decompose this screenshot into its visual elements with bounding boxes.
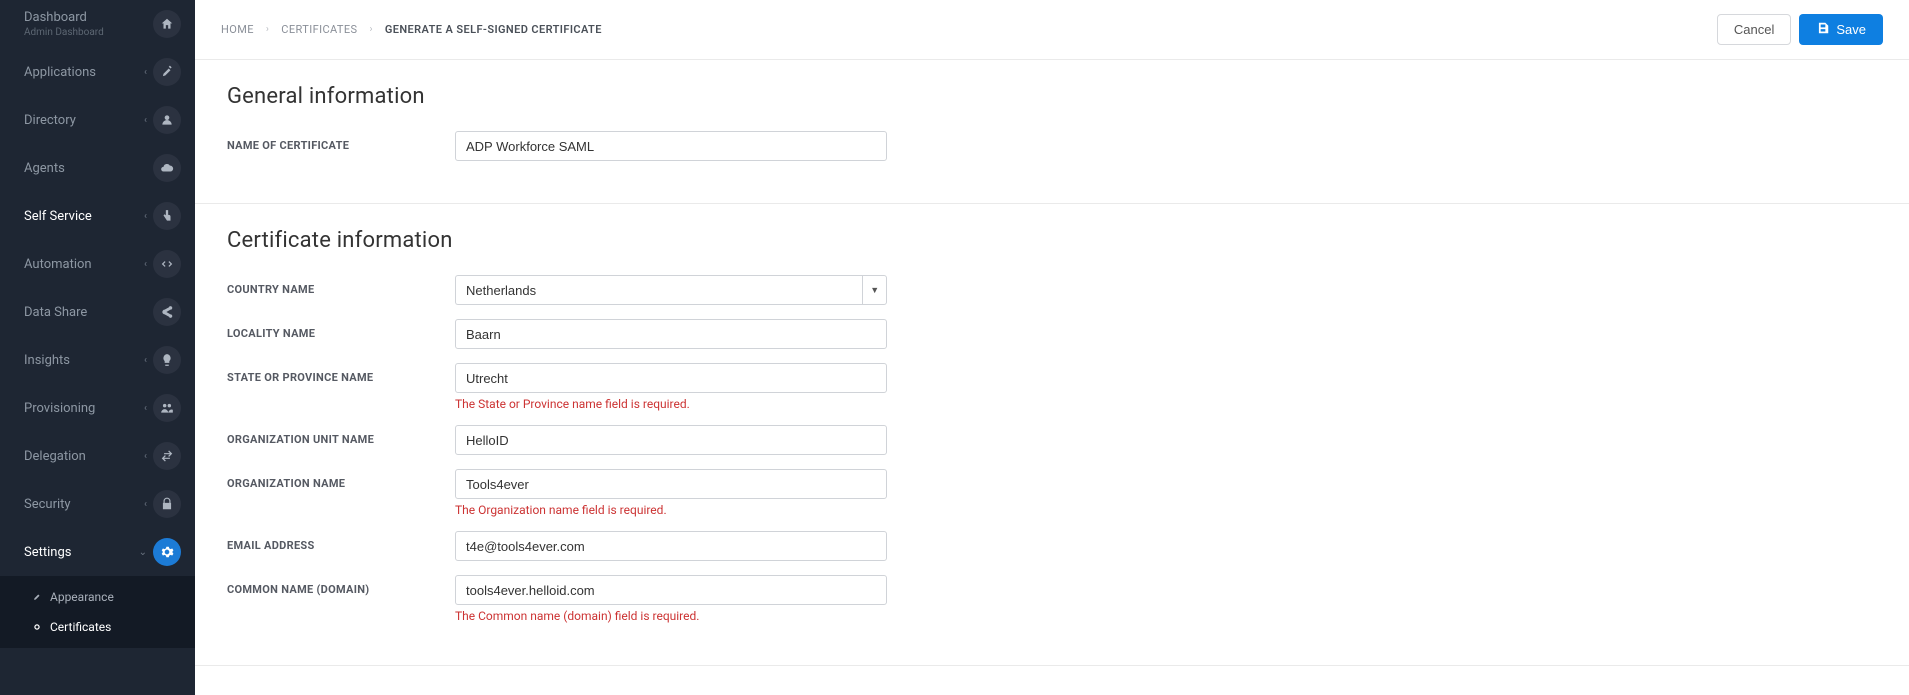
- row-orgunit: ORGANIZATION UNIT NAME: [227, 425, 1877, 455]
- brush-icon: [32, 590, 42, 604]
- save-button[interactable]: Save: [1799, 14, 1883, 45]
- users-icon: [153, 106, 181, 134]
- pointer-icon: [153, 202, 181, 230]
- group-icon: [153, 394, 181, 422]
- chevron-left-icon: ‹: [144, 403, 147, 414]
- sidebar-item-provisioning[interactable]: Provisioning ‹: [0, 384, 195, 432]
- subnav-certificates[interactable]: Certificates: [0, 612, 195, 642]
- input-locality[interactable]: [455, 319, 887, 349]
- error-org: The Organization name field is required.: [455, 503, 887, 517]
- row-country: COUNTRY NAME ▼: [227, 275, 1877, 305]
- sidebar-item-label: Dashboard: [24, 10, 104, 25]
- input-org[interactable]: [455, 469, 887, 499]
- sidebar-item-label: Applications: [24, 65, 96, 80]
- breadcrumb-current: GENERATE A SELF-SIGNED CERTIFICATE: [385, 23, 602, 36]
- chevron-left-icon: ‹: [144, 115, 147, 126]
- panel-title: Certificate information: [227, 228, 1877, 253]
- home-icon: [153, 10, 181, 38]
- subnav-label: Appearance: [50, 590, 114, 604]
- row-locality: LOCALITY NAME: [227, 319, 1877, 349]
- cancel-button[interactable]: Cancel: [1717, 14, 1791, 45]
- label-cert-name: NAME OF CERTIFICATE: [227, 131, 455, 152]
- row-cert-name: NAME OF CERTIFICATE: [227, 131, 1877, 161]
- breadcrumb-certificates[interactable]: CERTIFICATES: [281, 23, 357, 36]
- input-cert-name[interactable]: [455, 131, 887, 161]
- subnav-label: Certificates: [50, 620, 111, 634]
- chevron-left-icon: ‹: [144, 499, 147, 510]
- chevron-left-icon: ‹: [144, 355, 147, 366]
- chevron-left-icon: ‹: [144, 259, 147, 270]
- sidebar-item-security[interactable]: Security ‹: [0, 480, 195, 528]
- sidebar-item-label: Directory: [24, 113, 76, 128]
- chevron-left-icon: ‹: [144, 451, 147, 462]
- sidebar-item-data-share[interactable]: Data Share: [0, 288, 195, 336]
- exchange-icon: [153, 442, 181, 470]
- input-common[interactable]: [455, 575, 887, 605]
- sidebar-item-applications[interactable]: Applications ‹: [0, 48, 195, 96]
- row-common: COMMON NAME (DOMAIN) The Common name (do…: [227, 575, 1877, 623]
- sidebar-item-directory[interactable]: Directory ‹: [0, 96, 195, 144]
- save-icon: [1816, 21, 1830, 38]
- sidebar-item-label: Settings: [24, 545, 71, 560]
- breadcrumb: HOME › CERTIFICATES › GENERATE A SELF-SI…: [221, 23, 602, 36]
- sidebar-item-label: Data Share: [24, 305, 87, 320]
- sidebar-item-automation[interactable]: Automation ‹: [0, 240, 195, 288]
- label-orgunit: ORGANIZATION UNIT NAME: [227, 425, 455, 446]
- rocket-icon: [153, 58, 181, 86]
- label-org: ORGANIZATION NAME: [227, 469, 455, 490]
- sidebar-item-label: Security: [24, 497, 71, 512]
- action-buttons: Cancel Save: [1717, 14, 1883, 45]
- row-email: EMAIL ADDRESS: [227, 531, 1877, 561]
- cert-info-panel: Certificate information COUNTRY NAME ▼ L…: [195, 204, 1909, 666]
- ring-icon: [32, 620, 42, 634]
- sidebar-item-label: Delegation: [24, 449, 86, 464]
- chevron-left-icon: ‹: [144, 211, 147, 222]
- error-state: The State or Province name field is requ…: [455, 397, 887, 411]
- sidebar-item-dashboard[interactable]: Dashboard Admin Dashboard: [0, 0, 195, 48]
- settings-subnav: Appearance Certificates: [0, 576, 195, 648]
- select-country-value[interactable]: [455, 275, 862, 305]
- code-icon: [153, 250, 181, 278]
- main-content: HOME › CERTIFICATES › GENERATE A SELF-SI…: [195, 0, 1909, 695]
- label-email: EMAIL ADDRESS: [227, 531, 455, 552]
- lock-icon: [153, 490, 181, 518]
- sidebar-item-agents[interactable]: Agents: [0, 144, 195, 192]
- panel-title: General information: [227, 84, 1877, 109]
- topbar: HOME › CERTIFICATES › GENERATE A SELF-SI…: [195, 0, 1909, 60]
- sidebar-item-label: Self Service: [24, 209, 92, 224]
- error-common: The Common name (domain) field is requir…: [455, 609, 887, 623]
- caret-down-icon[interactable]: ▼: [862, 275, 887, 305]
- label-country: COUNTRY NAME: [227, 275, 455, 296]
- sidebar-item-label: Insights: [24, 353, 70, 368]
- select-country[interactable]: ▼: [455, 275, 887, 305]
- sidebar-item-label: Agents: [24, 161, 65, 176]
- input-state[interactable]: [455, 363, 887, 393]
- subnav-appearance[interactable]: Appearance: [0, 582, 195, 612]
- label-locality: LOCALITY NAME: [227, 319, 455, 340]
- label-common: COMMON NAME (DOMAIN): [227, 575, 455, 596]
- sidebar-item-label: Provisioning: [24, 401, 95, 416]
- sidebar-item-subtitle: Admin Dashboard: [24, 27, 104, 38]
- chevron-right-icon: ›: [266, 24, 269, 35]
- sidebar-item-settings[interactable]: Settings ⌄: [0, 528, 195, 576]
- share-icon: [153, 298, 181, 326]
- bulb-icon: [153, 346, 181, 374]
- input-orgunit[interactable]: [455, 425, 887, 455]
- row-org: ORGANIZATION NAME The Organization name …: [227, 469, 1877, 517]
- sidebar-item-insights[interactable]: Insights ‹: [0, 336, 195, 384]
- sidebar-item-delegation[interactable]: Delegation ‹: [0, 432, 195, 480]
- chevron-right-icon: ›: [369, 24, 372, 35]
- chevron-down-icon: ⌄: [139, 547, 147, 558]
- general-info-panel: General information NAME OF CERTIFICATE: [195, 60, 1909, 204]
- chevron-left-icon: ‹: [144, 67, 147, 78]
- sidebar-item-self-service[interactable]: Self Service ‹: [0, 192, 195, 240]
- breadcrumb-home[interactable]: HOME: [221, 23, 254, 36]
- row-state: STATE OR PROVINCE NAME The State or Prov…: [227, 363, 1877, 411]
- sidebar-item-label: Automation: [24, 257, 92, 272]
- label-state: STATE OR PROVINCE NAME: [227, 363, 455, 384]
- gear-icon: [153, 538, 181, 566]
- sidebar: Dashboard Admin Dashboard Applications ‹…: [0, 0, 195, 695]
- cloud-icon: [153, 154, 181, 182]
- input-email[interactable]: [455, 531, 887, 561]
